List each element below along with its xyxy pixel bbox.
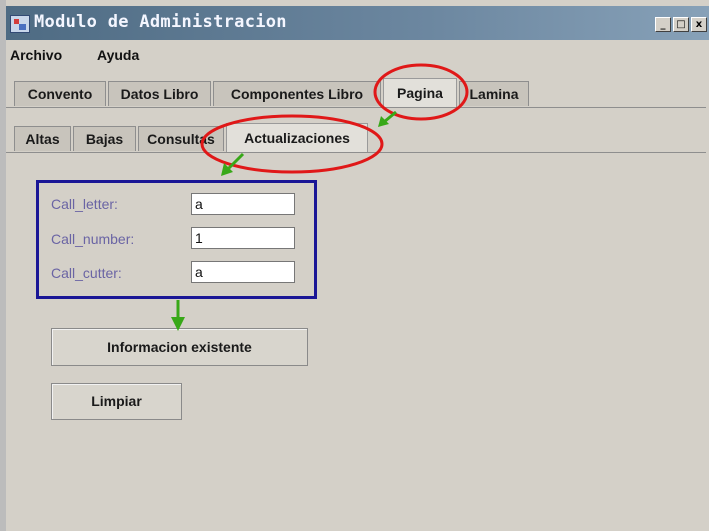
tab-divider (6, 107, 706, 108)
tab-pagina[interactable]: Pagina (383, 78, 457, 108)
tab-altas[interactable]: Altas (14, 126, 71, 151)
tab-consultas[interactable]: Consultas (138, 126, 224, 151)
sub-tab-bar: Altas Bajas Consultas Actualizaciones (6, 123, 706, 153)
maximize-button[interactable]: □ (673, 17, 689, 32)
call-cutter-label: Call_cutter: (51, 265, 122, 281)
info-existente-button[interactable]: Informacion existente (51, 328, 308, 366)
call-letter-input[interactable]: a (191, 193, 295, 215)
call-letter-label: Call_letter: (51, 196, 118, 212)
app-icon (10, 15, 30, 33)
tab-divider (6, 152, 706, 153)
call-number-label: Call_number: (51, 231, 135, 247)
tab-convento[interactable]: Convento (14, 81, 106, 106)
window-title: Modulo de Administracion (34, 12, 287, 32)
call-cutter-input[interactable]: a (191, 261, 295, 283)
tab-bajas[interactable]: Bajas (73, 126, 136, 151)
menu-ayuda[interactable]: Ayuda (97, 47, 139, 63)
tab-componentes-libro[interactable]: Componentes Libro (213, 81, 381, 106)
menu-bar: Archivo Ayuda (6, 44, 706, 68)
title-bar[interactable]: Modulo de Administracion _ □ x (6, 6, 709, 40)
tab-datos-libro[interactable]: Datos Libro (108, 81, 211, 106)
tab-lamina[interactable]: Lamina (459, 81, 529, 106)
minimize-button[interactable]: _ (655, 17, 671, 32)
limpiar-button[interactable]: Limpiar (51, 383, 182, 420)
fields-highlight-box: Call_letter: a Call_number: 1 Call_cutte… (36, 180, 317, 299)
tab-actualizaciones[interactable]: Actualizaciones (226, 123, 368, 153)
menu-archivo[interactable]: Archivo (10, 47, 62, 63)
main-tab-bar: Convento Datos Libro Componentes Libro P… (6, 78, 706, 108)
close-button[interactable]: x (691, 17, 707, 32)
call-number-input[interactable]: 1 (191, 227, 295, 249)
